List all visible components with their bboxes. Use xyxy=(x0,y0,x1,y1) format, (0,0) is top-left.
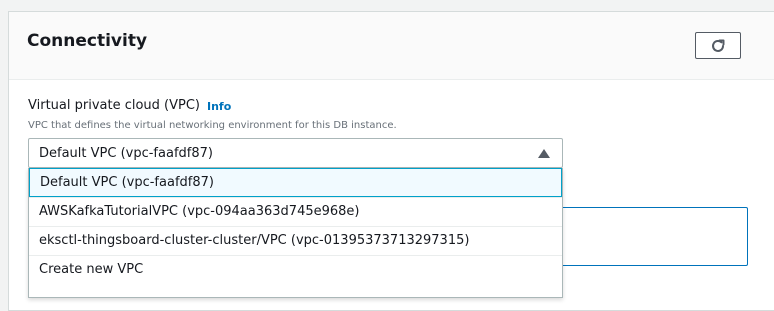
vpc-option-label: AWSKafkaTutorialVPC (vpc-094aa363d745e96… xyxy=(39,204,360,219)
vpc-option-eksctl[interactable]: eksctl-thingsboard-cluster-cluster/VPC (… xyxy=(29,226,562,255)
refresh-icon xyxy=(712,39,725,52)
vpc-select-value: Default VPC (vpc-faafdf87) xyxy=(39,146,213,161)
refresh-button[interactable] xyxy=(695,32,741,59)
vpc-select[interactable]: Default VPC (vpc-faafdf87) xyxy=(28,138,563,168)
vpc-label: Virtual private cloud (VPC) xyxy=(28,98,200,113)
vpc-option-label: Create new VPC xyxy=(39,262,144,277)
vpc-option-label: Default VPC (vpc-faafdf87) xyxy=(40,175,214,190)
vpc-info-link[interactable]: Info xyxy=(207,100,231,113)
vpc-option-create-new[interactable]: Create new VPC xyxy=(29,255,562,284)
vpc-option-default[interactable]: Default VPC (vpc-faafdf87) xyxy=(29,168,562,197)
obscured-field xyxy=(549,207,748,266)
panel-title: Connectivity xyxy=(27,31,148,51)
vpc-option-label: eksctl-thingsboard-cluster-cluster/VPC (… xyxy=(39,233,470,248)
vpc-description: VPC that defines the virtual networking … xyxy=(28,120,397,131)
panel-header: Connectivity xyxy=(9,12,774,80)
vpc-option-kafka[interactable]: AWSKafkaTutorialVPC (vpc-094aa363d745e96… xyxy=(29,197,562,226)
caret-up-icon xyxy=(538,149,550,158)
connectivity-panel: Connectivity Virtual private cloud (VPC)… xyxy=(8,11,774,311)
vpc-dropdown: Default VPC (vpc-faafdf87) AWSKafkaTutor… xyxy=(28,168,563,298)
